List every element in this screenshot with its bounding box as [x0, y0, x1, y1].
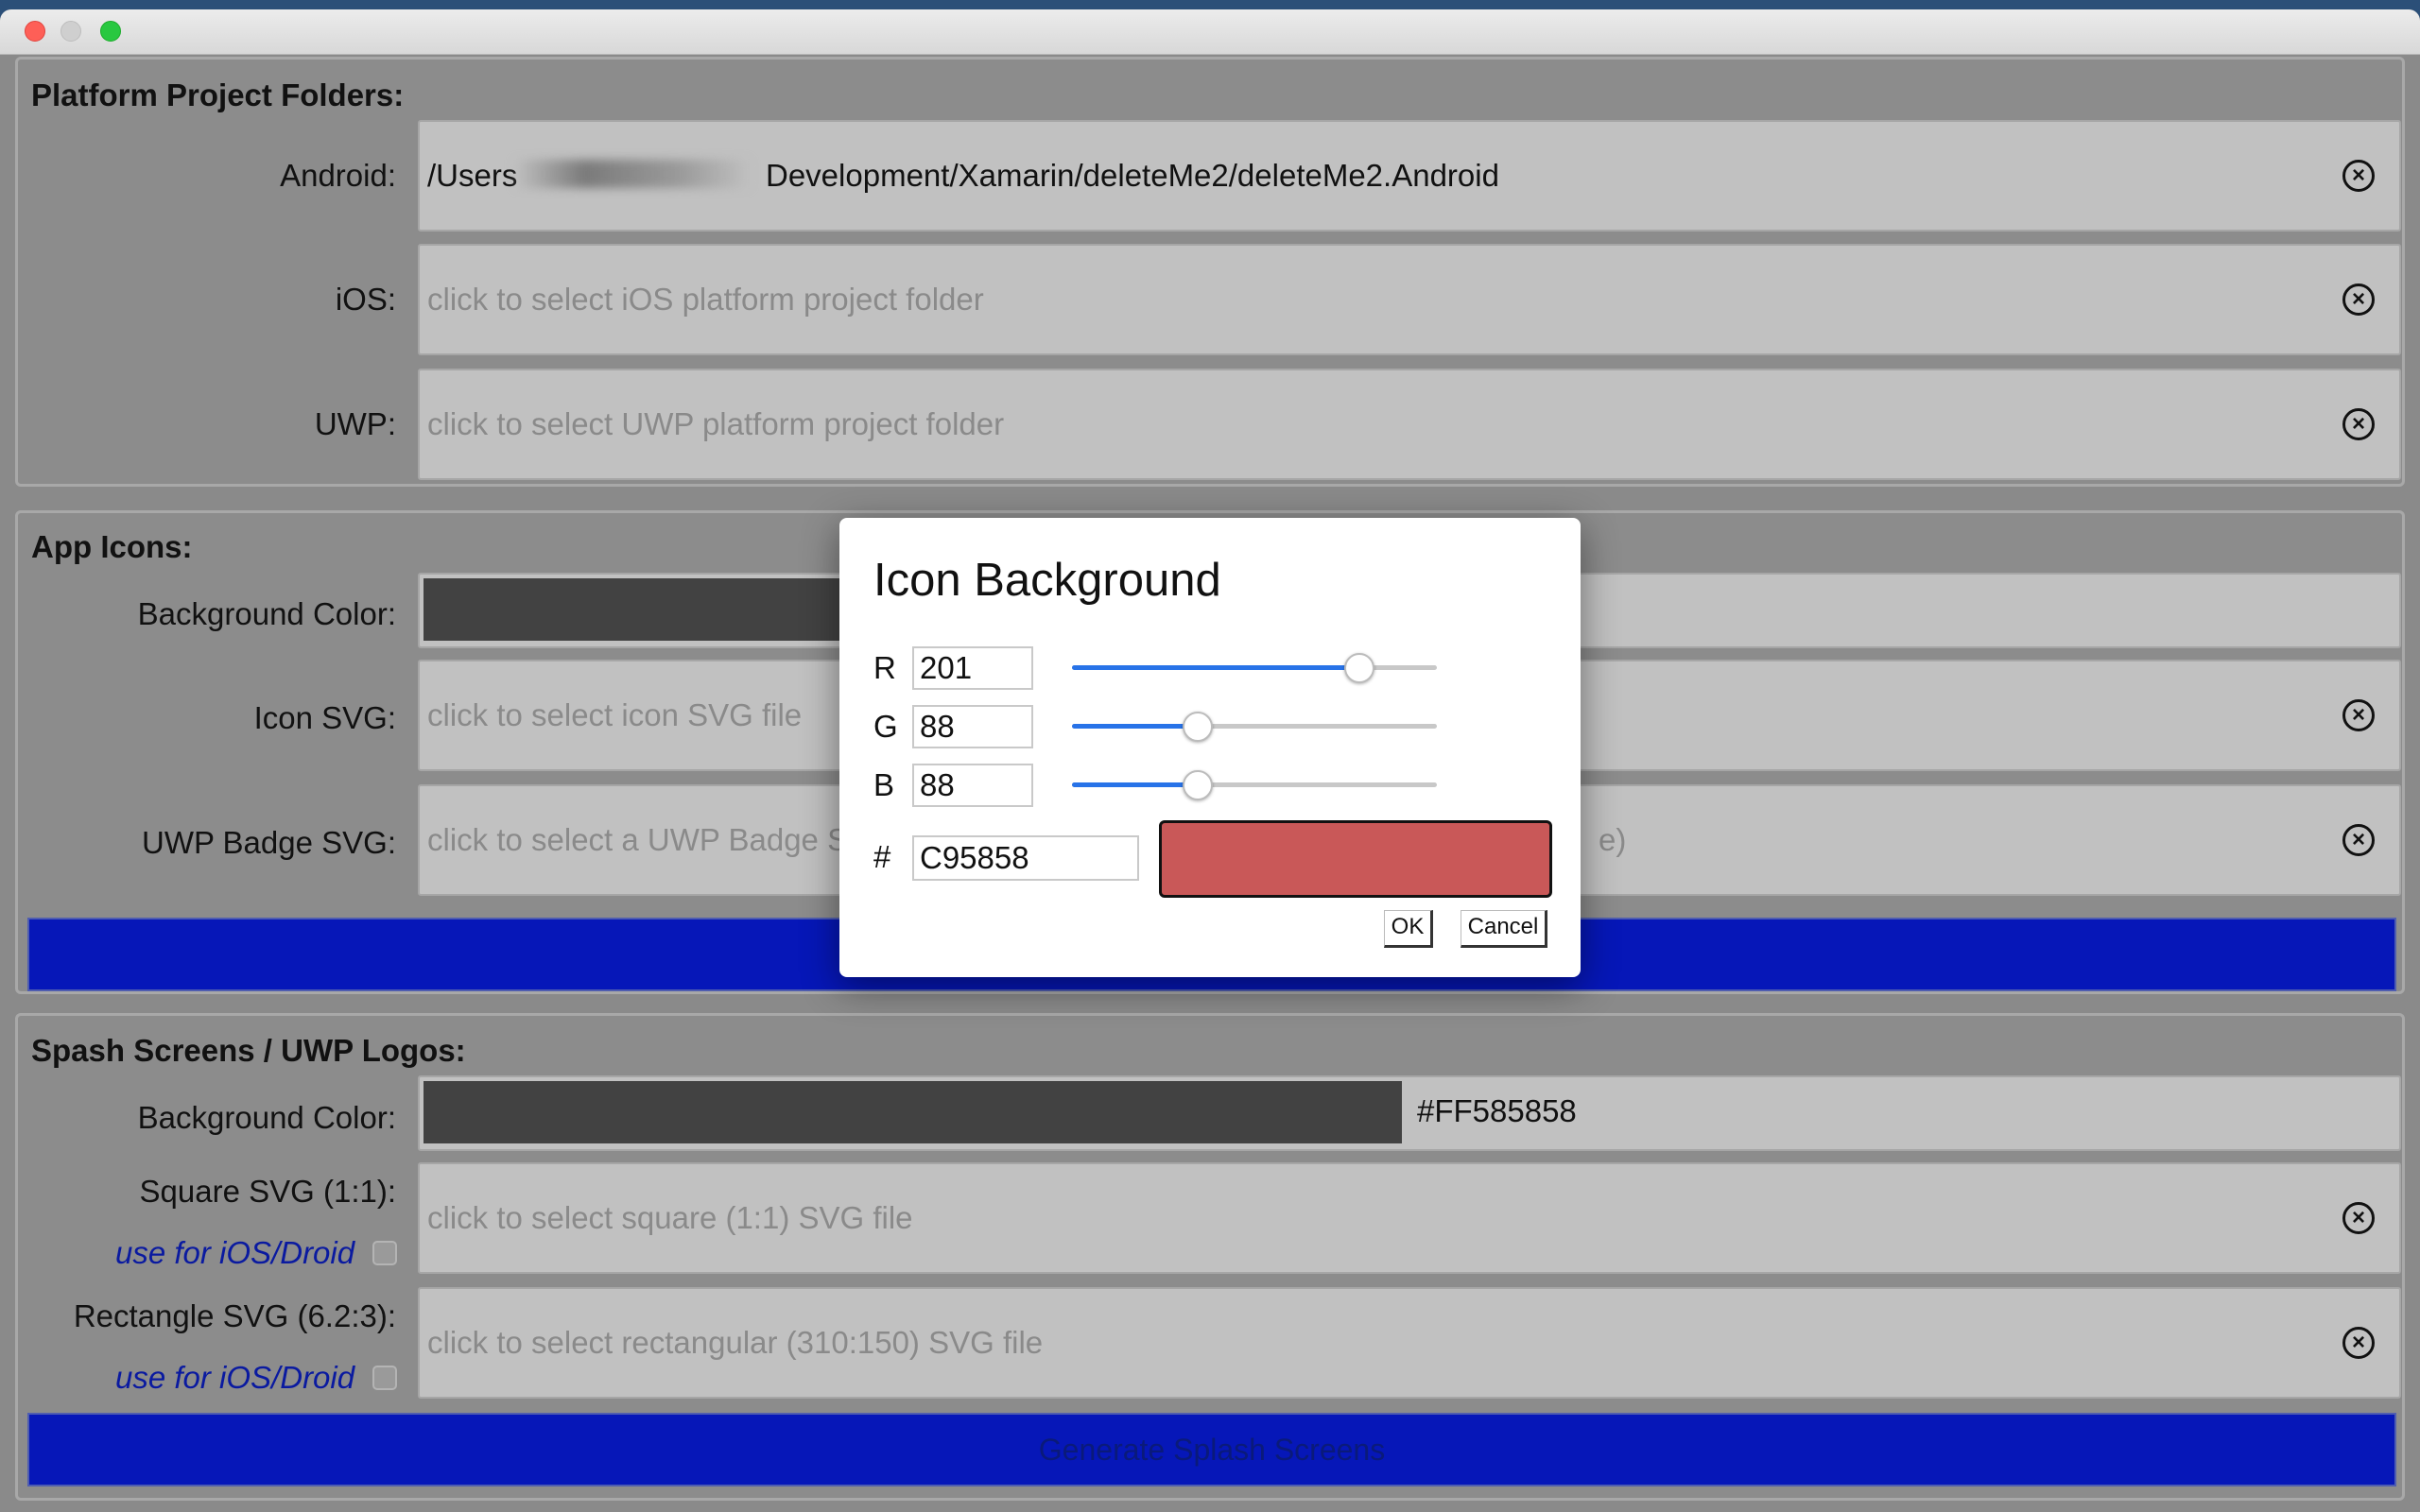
square-svg-label: Square SVG (1:1):	[139, 1174, 396, 1209]
rect-use-for-checkbox[interactable]	[372, 1366, 397, 1390]
slider-fill	[1072, 782, 1198, 787]
section-title: Spash Screens / UWP Logos:	[31, 1033, 466, 1068]
clear-ios-icon[interactable]: ×	[2342, 284, 2375, 316]
red-slider-thumb[interactable]	[1344, 653, 1374, 683]
splash-background-value: #FF585858	[1417, 1093, 1577, 1128]
app-window: Platform Project Folders: Android: /User…	[0, 9, 2420, 1512]
red-slider[interactable]	[1072, 646, 1437, 690]
rect-svg-placeholder: click to select rectangular (310:150) SV…	[427, 1325, 1044, 1360]
ios-placeholder: click to select iOS platform project fol…	[427, 282, 984, 317]
clear-android-icon[interactable]: ×	[2342, 160, 2375, 192]
ios-label: iOS:	[335, 282, 396, 317]
uwp-badge-placeholder-right: e)	[1599, 822, 1627, 857]
cancel-button[interactable]: Cancel	[1461, 910, 1547, 948]
dialog-title: Icon Background	[873, 555, 1221, 606]
icon-svg-placeholder: click to select icon SVG file	[427, 697, 803, 732]
clear-icon-svg-icon[interactable]: ×	[2342, 699, 2375, 731]
clear-square-svg-icon[interactable]: ×	[2342, 1202, 2375, 1234]
splash-background-swatch[interactable]	[424, 1081, 1402, 1143]
uwp-badge-svg-label: UWP Badge SVG:	[141, 825, 396, 860]
android-label: Android:	[280, 158, 396, 193]
icon-background-dialog: Icon Background R 201 G 88 B 88 # C95858…	[839, 518, 1581, 977]
square-svg-field[interactable]: click to select square (1:1) SVG file ×	[418, 1162, 2401, 1274]
section-title: Platform Project Folders:	[31, 77, 405, 112]
icon-background-swatch[interactable]	[424, 578, 849, 641]
green-input[interactable]: 88	[912, 705, 1033, 748]
square-use-for-checkbox[interactable]	[372, 1241, 397, 1265]
red-input[interactable]: 201	[912, 646, 1033, 690]
splash-background-color-label: Background Color:	[137, 1100, 396, 1135]
icon-background-color-label: Background Color:	[137, 596, 396, 631]
generate-splash-screens-button[interactable]: Generate Splash Screens	[27, 1413, 2396, 1486]
blue-slider[interactable]	[1072, 764, 1437, 807]
platform-folders-section: Platform Project Folders: Android: /User…	[15, 57, 2405, 487]
section-title: App Icons:	[31, 529, 193, 564]
android-path-suffix: Development/Xamarin/deleteMe2/deleteMe2.…	[766, 158, 1499, 193]
green-slider[interactable]	[1072, 705, 1437, 748]
rect-use-for-ios-droid-link[interactable]: use for iOS/Droid	[115, 1360, 354, 1396]
blue-slider-thumb[interactable]	[1183, 770, 1213, 800]
uwp-label: UWP:	[314, 406, 396, 441]
blue-input[interactable]: 88	[912, 764, 1033, 807]
icon-svg-label: Icon SVG:	[253, 700, 396, 735]
clear-rect-svg-icon[interactable]: ×	[2342, 1327, 2375, 1359]
square-use-for-ios-droid-link[interactable]: use for iOS/Droid	[115, 1235, 354, 1271]
android-path-prefix: /Users	[427, 158, 518, 193]
uwp-placeholder: click to select UWP platform project fol…	[427, 406, 1005, 441]
clear-uwp-icon[interactable]: ×	[2342, 408, 2375, 440]
clear-uwp-badge-icon[interactable]: ×	[2342, 824, 2375, 856]
slider-fill	[1072, 665, 1359, 670]
green-slider-thumb[interactable]	[1183, 712, 1213, 742]
title-bar	[0, 9, 2420, 55]
splash-background-color-field[interactable]: #FF585858	[418, 1075, 2401, 1151]
blue-label: B	[873, 767, 895, 802]
maximize-window-button[interactable]	[100, 21, 121, 42]
slider-fill	[1072, 724, 1198, 729]
uwp-badge-placeholder-left: click to select a UWP Badge S	[427, 822, 849, 857]
color-preview-swatch	[1159, 820, 1552, 898]
ios-folder-field[interactable]: click to select iOS platform project fol…	[418, 244, 2401, 355]
splash-section: Spash Screens / UWP Logos: Background Co…	[15, 1013, 2405, 1501]
hex-input[interactable]: C95858	[912, 835, 1139, 881]
green-label: G	[873, 709, 898, 744]
android-folder-field[interactable]: /Users Development/Xamarin/deleteMe2/del…	[418, 120, 2401, 232]
hex-label: #	[873, 839, 891, 874]
uwp-folder-field[interactable]: click to select UWP platform project fol…	[418, 369, 2401, 480]
rect-svg-field[interactable]: click to select rectangular (310:150) SV…	[418, 1287, 2401, 1399]
rect-svg-label: Rectangle SVG (6.2:3):	[73, 1298, 396, 1333]
close-window-button[interactable]	[25, 21, 45, 42]
redacted-username	[514, 160, 751, 188]
minimize-window-button[interactable]	[60, 21, 81, 42]
square-svg-placeholder: click to select square (1:1) SVG file	[427, 1200, 913, 1235]
red-label: R	[873, 650, 896, 685]
ok-button[interactable]: OK	[1384, 910, 1433, 948]
